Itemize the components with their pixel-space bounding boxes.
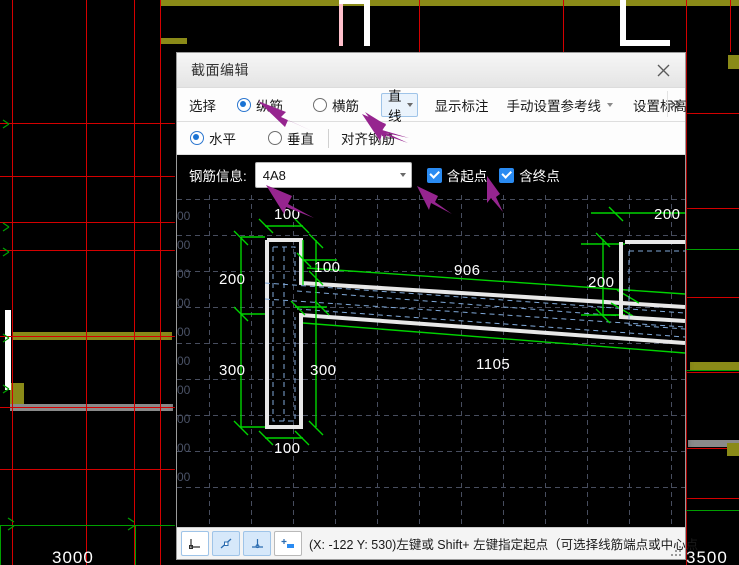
radio-dot-icon: [237, 97, 251, 112]
dialog-title: 截面编辑: [191, 62, 249, 78]
close-icon-glyph: [657, 64, 669, 76]
dimension-label: 1105: [476, 356, 511, 373]
close-icon[interactable]: [647, 57, 679, 83]
dimension-label: 200: [654, 206, 681, 223]
dimension-label: 300: [310, 362, 337, 379]
add-point-glyph: [281, 538, 294, 548]
section-drawing-canvas[interactable]: 00 00 00 00 00 00 00 00 00 00 100 200 10…: [177, 195, 685, 527]
rebar-info-value: 4A8: [262, 167, 286, 183]
checkbox-include-end-label: 含终点: [519, 169, 560, 184]
radio-transverse-rebar[interactable]: 横筋: [309, 95, 363, 115]
manual-reference-line-button[interactable]: 手动设置参考线: [500, 93, 621, 117]
dialog-statusbar[interactable]: (X: -122 Y: 530)左键或 Shift+ 左键指定起点（可选择线筋端…: [177, 527, 698, 559]
rebar-info-bar[interactable]: 钢筋信息: 4A8 含起点 含终点: [177, 155, 685, 195]
chevron-down-icon: [607, 102, 613, 107]
rebar-info-input[interactable]: 4A8: [254, 162, 412, 188]
add-point-icon[interactable]: [274, 531, 302, 556]
line-mode-dropdown[interactable]: 直线: [381, 89, 418, 124]
status-message: (X: -122 Y: 530)左键或 Shift+ 左键指定起点（可选择线筋端…: [309, 538, 699, 552]
line-snap-icon[interactable]: [212, 531, 240, 556]
dimension-label: 300: [219, 362, 246, 379]
chevron-down-icon[interactable]: [399, 173, 406, 177]
perpendicular-snap-glyph: [251, 539, 263, 549]
line-mode-label: 直线: [388, 88, 402, 124]
check-icon: [426, 167, 442, 183]
checkbox-include-start[interactable]: 含起点: [426, 165, 488, 185]
radio-transverse-label: 横筋: [332, 98, 359, 114]
radio-longitudinal-label: 纵筋: [256, 98, 283, 114]
corner-snap-glyph: [188, 539, 200, 549]
corner-snap-icon[interactable]: [181, 531, 209, 556]
radio-dot-icon: [190, 131, 204, 145]
dimension-label: 100: [274, 440, 301, 457]
toolbar-row-secondary[interactable]: 水平 垂直 对齐钢筋: [177, 122, 685, 155]
chevron-double-right-icon: [670, 100, 681, 108]
dimension-label: 100: [274, 206, 301, 223]
select-button[interactable]: 选择: [182, 93, 223, 117]
check-icon: [499, 167, 515, 183]
section-geometry: [233, 206, 685, 446]
radio-horizontal[interactable]: 水平: [186, 128, 240, 148]
bg-dimension-left: 3000: [52, 548, 94, 565]
perpendicular-snap-icon[interactable]: [243, 531, 271, 556]
chevron-down-icon: [406, 102, 413, 107]
radio-dot-icon: [313, 97, 327, 112]
radio-longitudinal-rebar[interactable]: 纵筋: [233, 95, 287, 115]
dimension-label: 200: [219, 271, 246, 288]
resize-grip-icon[interactable]: [671, 546, 682, 557]
toolbar-separator: [328, 128, 329, 148]
manual-reference-line-label: 手动设置参考线: [506, 98, 602, 114]
radio-dot-icon: [268, 131, 282, 145]
toolbar-row-primary[interactable]: 选择 纵筋 横筋 直线 显示标注 手动设置参考线 设置标高: [177, 88, 687, 124]
line-snap-glyph: [220, 538, 231, 549]
rebar-info-label: 钢筋信息:: [189, 169, 247, 184]
dimension-label: 100: [314, 259, 341, 276]
checkbox-include-end[interactable]: 含终点: [499, 165, 560, 185]
toolbar-overflow-icon[interactable]: [667, 91, 684, 117]
radio-vertical-label: 垂直: [287, 132, 314, 147]
dimension-label: 200: [588, 274, 615, 291]
dialog-titlebar[interactable]: 截面编辑: [177, 53, 685, 88]
dimension-label: 906: [454, 262, 481, 279]
checkbox-include-start-label: 含起点: [446, 169, 488, 184]
section-edit-dialog[interactable]: 截面编辑 选择 纵筋 横筋 直线 显示标注 手动设置参考线 设置标高 水平 垂直…: [176, 52, 698, 560]
radio-horizontal-label: 水平: [209, 132, 236, 147]
align-rebar-button[interactable]: 对齐钢筋: [334, 126, 402, 150]
radio-vertical[interactable]: 垂直: [264, 128, 318, 148]
show-annotation-button[interactable]: 显示标注: [428, 93, 496, 117]
